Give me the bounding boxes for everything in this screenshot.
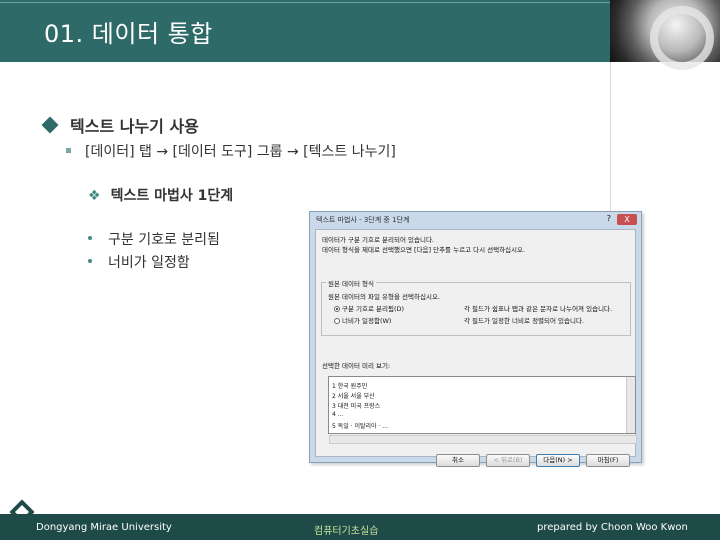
back-button[interactable]: < 뒤로(B) [486,454,530,467]
star-bullet-icon: ❖ [88,188,101,204]
option-fixed-width[interactable]: 너비가 일정함(W) [334,315,391,325]
bullet-level2: [데이터] 탭 → [데이터 도구] 그룹 → [텍스트 나누기] [66,141,396,161]
dialog-description: 데이터가 구분 기호로 분리되어 있습니다. [322,236,434,244]
original-format-group: 원본 데이터 형식 원본 데이터의 파일 유형을 선택하십시오. 구분 기호로 … [321,278,631,336]
option-delimited-desc: 각 필드가 쉼표나 탭과 같은 문자로 나누어져 있습니다. [464,305,613,313]
bullet-level4-text: 너비가 일정함 [108,255,190,271]
option-delimited[interactable]: 구분 기호로 분리됨(D) [334,303,404,313]
preview-row: 3 대전 미국 프랑스 [332,403,381,410]
dialog-titlebar: 텍스트 마법사 - 3단계 중 1단계 ? X [310,212,641,228]
header-decor-image [610,0,720,70]
bullet-level1-text: 텍스트 나누기 사용 [70,117,199,136]
bullet-level4: 구분 기호로 분리됨 [88,229,220,249]
horizontal-scrollbar[interactable] [329,435,637,444]
preview-row: 5 독일 · 이탈리아 · ... [332,423,389,430]
footer-author: prepared by Choon Woo Kwon [537,522,688,533]
bullet-level3: ❖ 텍스트 마법사 1단계 [88,185,233,205]
radio-icon[interactable] [334,318,340,324]
option-fixed-label: 너비가 일정함(W) [342,317,392,325]
preview-row: 1 한국 원주민 [332,383,368,390]
bullet-level4: 너비가 일정함 [88,252,190,272]
radio-selected-icon[interactable] [334,306,340,312]
bullet-level3-text: 텍스트 마법사 1단계 [110,188,234,204]
dot-bullet-icon [88,236,92,240]
group-prompt: 원본 데이터의 파일 유형을 선택하십시오. [328,293,440,301]
dot-bullet-icon [88,259,92,263]
next-button[interactable]: 다음(N) > [536,454,580,467]
diamond-bullet-icon [41,116,59,134]
slide-header: 01. 데이터 통합 [0,0,720,70]
footer-course: 컴퓨터기초실습 [314,526,379,537]
data-preview-box[interactable]: 1 한국 원주민 2 서울 서울 부산 3 대전 미국 프랑스 4 ... 5 … [328,376,637,444]
dialog-title: 텍스트 마법사 - 3단계 중 1단계 [316,216,410,224]
square-bullet-icon [66,148,71,153]
preview-label: 선택한 데이터 미리 보기: [322,362,391,370]
close-button[interactable]: X [617,214,637,225]
footer-university: Dongyang Mirae University [36,522,172,533]
bullet-level2-text: [데이터] 탭 → [데이터 도구] 그룹 → [텍스트 나누기] [85,144,396,160]
slide-title: 01. 데이터 통합 [44,20,213,48]
preview-row: 4 ... [332,411,344,418]
bullet-level1: 텍스트 나누기 사용 [41,113,199,137]
dialog-description: 데이터 형식을 제대로 선택했으면 [다음] 단추를 누르고 다시 선택하십시오… [322,246,526,254]
cancel-button[interactable]: 취소 [436,454,480,467]
text-wizard-dialog: 텍스트 마법사 - 3단계 중 1단계 ? X 데이터가 구분 기호로 분리되어… [309,211,642,467]
preview-row: 2 서울 서울 부산 [332,393,375,400]
header-rule [0,2,610,3]
option-fixed-desc: 각 필드가 일정한 너비로 정렬되어 있습니다. [464,317,585,325]
vertical-scrollbar[interactable] [626,377,635,433]
help-icon[interactable]: ? [607,214,611,223]
slide-footer: Dongyang Mirae University 컴퓨터기초실습 prepar… [0,514,720,540]
decor-ring [650,6,714,70]
finish-button[interactable]: 마침(F) [586,454,630,467]
group-label: 원본 데이터 형식 [326,278,376,288]
bullet-level4-text: 구분 기호로 분리됨 [108,232,220,248]
option-delimited-label: 구분 기호로 분리됨(D) [342,305,405,313]
dialog-body: 데이터가 구분 기호로 분리되어 있습니다. 데이터 형식을 제대로 선택했으면… [315,229,637,467]
